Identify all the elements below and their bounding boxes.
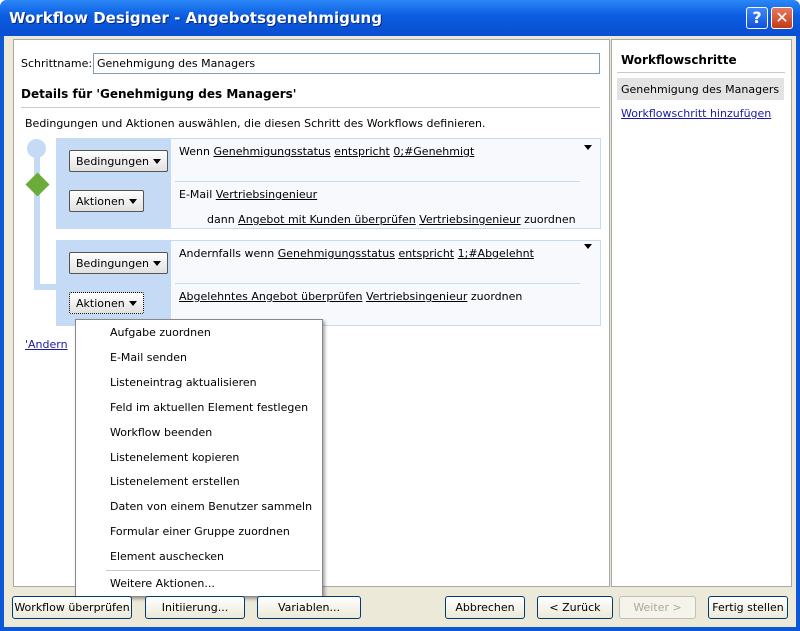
condition-row-1: Wenn Genehmigungsstatus entspricht 0;#Ge…	[179, 145, 474, 158]
chevron-down-icon	[152, 159, 161, 164]
actions-dropdown-1[interactable]: Aktionen	[69, 190, 144, 212]
action-prefix: E-Mail	[179, 188, 213, 201]
details-heading: Details für 'Genehmigung des Managers'	[21, 87, 297, 101]
step-details-panel: Schrittname: Genehmigung des Managers De…	[13, 39, 610, 597]
back-button[interactable]: < Zurück	[537, 596, 613, 619]
conditions-label: Bedingungen	[76, 257, 149, 270]
condition-keyword: Andernfalls wenn	[179, 247, 275, 260]
row-separator	[175, 283, 580, 284]
menu-item[interactable]: Daten von einem Benutzer sammeln	[110, 500, 312, 513]
cancel-button[interactable]: Abbrechen	[445, 596, 525, 619]
check-workflow-button[interactable]: Workflow überprüfen	[12, 596, 132, 619]
help-icon[interactable]: ?	[746, 7, 768, 29]
action-task-link[interactable]: Abgelehntes Angebot überprüfen	[179, 290, 362, 303]
action-row-3: Abgelehntes Angebot überprüfen Vertriebs…	[179, 290, 522, 303]
menu-item[interactable]: Formular einer Gruppe zuordnen	[110, 525, 290, 538]
action-target-link[interactable]: Vertriebsingenieur	[216, 188, 317, 201]
chevron-down-icon	[152, 261, 161, 266]
chevron-down-icon	[128, 301, 137, 306]
variables-button[interactable]: Variablen...	[257, 596, 361, 619]
sidebar-title: Workflowschritte	[621, 53, 737, 67]
close-icon[interactable]: ✕	[771, 7, 793, 29]
divider	[617, 72, 785, 73]
conditions-dropdown-2[interactable]: Bedingungen	[69, 252, 168, 274]
block-menu-icon[interactable]	[584, 145, 592, 150]
menu-item[interactable]: Workflow beenden	[110, 426, 212, 439]
instructions-text: Bedingungen und Aktionen auswählen, die …	[25, 117, 486, 130]
condition-field-link[interactable]: Genehmigungsstatus	[213, 145, 330, 158]
add-else-branch-link[interactable]: 'Andern	[25, 338, 68, 351]
window-title: Workflow Designer - Angebotsgenehmigung	[9, 9, 382, 27]
flow-start-node	[27, 139, 46, 158]
conditions-label: Bedingungen	[76, 155, 149, 168]
finish-button[interactable]: Fertig stellen	[708, 596, 788, 619]
divider	[21, 107, 600, 108]
conditions-dropdown-1[interactable]: Bedingungen	[69, 150, 168, 172]
condition-keyword: Wenn	[179, 145, 210, 158]
action-task-link[interactable]: Angebot mit Kunden überprüfen	[238, 213, 416, 226]
step-name-label: Schrittname:	[21, 57, 93, 70]
initiation-button[interactable]: Initiierung...	[145, 596, 245, 619]
actions-label: Aktionen	[76, 195, 125, 208]
add-workflow-step-link[interactable]: Workflowschritt hinzufügen	[621, 107, 771, 120]
dialog-window: Workflow Designer - Angebotsgenehmigung …	[0, 0, 800, 631]
action-suffix: zuordnen	[470, 290, 523, 303]
actions-label: Aktionen	[76, 297, 125, 310]
workflow-steps-sidebar: Workflowschritte Genehmigung des Manager…	[611, 39, 792, 587]
chevron-down-icon	[128, 199, 137, 204]
menu-item[interactable]: Listenelement erstellen	[110, 475, 240, 488]
action-target-link[interactable]: Vertriebsingenieur	[419, 213, 520, 226]
menu-item[interactable]: E-Mail senden	[110, 351, 187, 364]
next-button[interactable]: Weiter >	[619, 596, 696, 619]
row-separator	[175, 181, 580, 182]
block-menu-icon[interactable]	[584, 244, 592, 249]
menu-item[interactable]: Listenelement kopieren	[110, 451, 239, 464]
action-row-2: dann Angebot mit Kunden überprüfen Vertr…	[207, 213, 576, 226]
action-target-link[interactable]: Vertriebsingenieur	[366, 290, 467, 303]
condition-block-2: Bedingungen Aktionen Andernfalls wenn Ge…	[56, 240, 601, 326]
condition-block-1: Bedingungen Aktionen Wenn Genehmigungsst…	[56, 138, 601, 229]
condition-value-link[interactable]: 0;#Genehmigt	[393, 145, 474, 158]
step-name-input[interactable]: Genehmigung des Managers	[93, 53, 600, 74]
actions-dropdown-2[interactable]: Aktionen	[69, 292, 144, 314]
menu-item[interactable]: Listeneintrag aktualisieren	[110, 376, 257, 389]
title-bar: Workflow Designer - Angebotsgenehmigung …	[0, 0, 800, 36]
condition-value-link[interactable]: 1;#Abgelehnt	[458, 247, 534, 260]
menu-separator	[106, 570, 320, 571]
menu-item[interactable]: Element auschecken	[110, 550, 224, 563]
menu-item-more-actions[interactable]: Weitere Aktionen...	[110, 577, 215, 590]
condition-operator-link[interactable]: entspricht	[334, 145, 390, 158]
action-prefix: dann	[207, 213, 235, 226]
menu-item[interactable]: Feld im aktuellen Element festlegen	[110, 401, 308, 414]
action-suffix: zuordnen	[524, 213, 576, 226]
branch-diamond-icon	[25, 172, 50, 197]
condition-field-link[interactable]: Genehmigungsstatus	[278, 247, 395, 260]
condition-operator-link[interactable]: entspricht	[398, 247, 454, 260]
action-row-1: E-Mail Vertriebsingenieur	[179, 188, 317, 201]
sidebar-item-label: Genehmigung des Managers	[621, 83, 780, 96]
menu-item[interactable]: Aufgabe zuordnen	[110, 326, 211, 339]
actions-menu: Aufgabe zuordnen E-Mail senden Listenein…	[75, 319, 323, 597]
dialog-body: Schrittname: Genehmigung des Managers De…	[4, 36, 796, 627]
condition-row-2: Andernfalls wenn Genehmigungsstatus ents…	[179, 247, 534, 260]
